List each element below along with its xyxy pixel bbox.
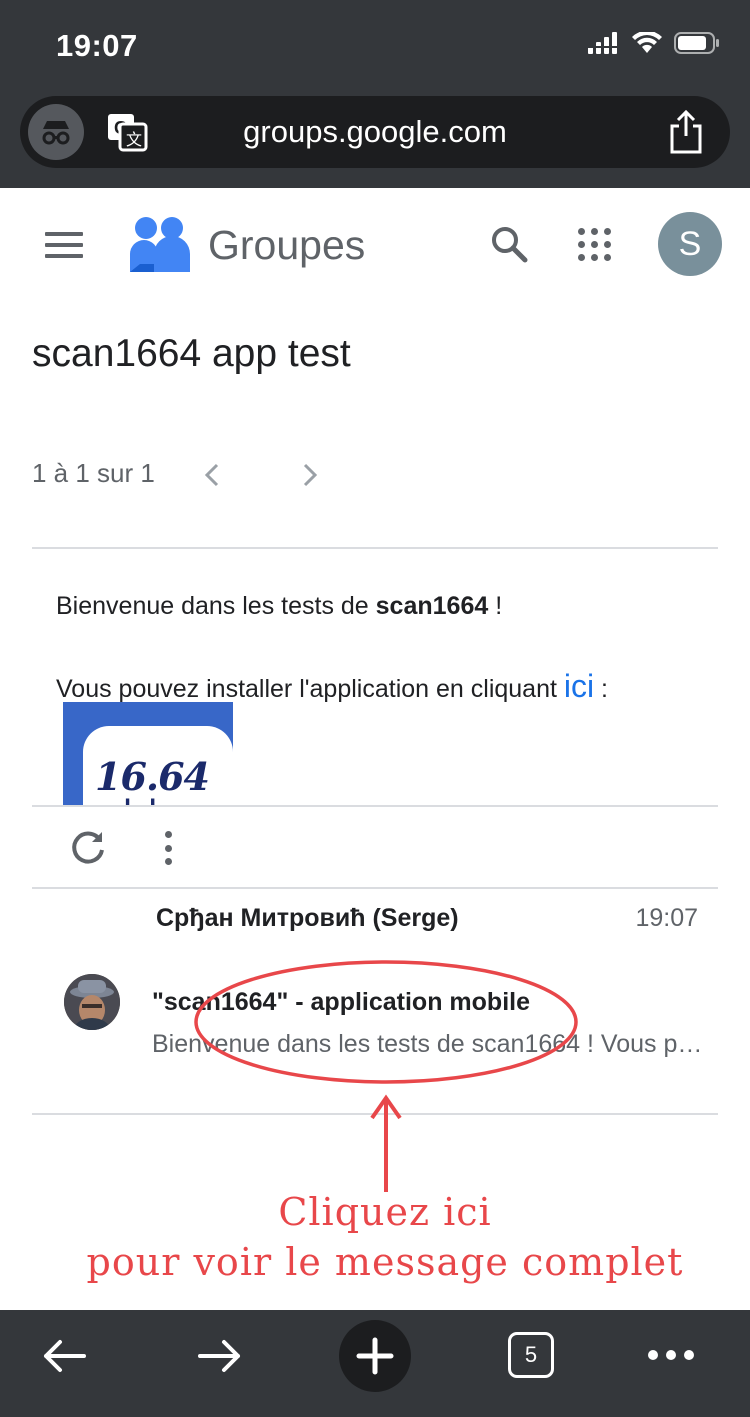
annotation-ellipse [194,960,578,1084]
account-avatar[interactable]: S [658,212,722,276]
tabs-count-button[interactable]: 5 [508,1332,554,1378]
app-name: Groupes [208,222,366,268]
install-suffix: : [594,675,608,703]
url-text[interactable]: groups.google.com [20,114,730,150]
more-vert-icon[interactable] [158,828,178,868]
browser-top-bar: 19:07 文 groups.google.com [0,0,750,188]
annotation-line-2: pour voir le message complet [86,1240,684,1284]
menu-icon[interactable] [45,232,83,258]
app-logo-image[interactable]: 16.64 ++ [63,702,233,806]
message-sender: Срђан Митровић (Serge) [156,904,459,932]
groups-logo-icon [130,217,190,272]
search-icon[interactable] [490,225,528,263]
divider [32,1113,718,1115]
browser-bottom-bar: 5 [0,1310,750,1417]
wifi-icon [632,32,662,53]
pagination-text: 1 à 1 sur 1 [32,458,155,488]
install-prefix: Vous pouvez installer l'application en c… [56,675,564,703]
battery-icon [674,32,719,54]
refresh-icon[interactable] [68,828,108,868]
welcome-bold: scan1664 [375,592,489,620]
divider [32,887,718,889]
install-text: Vous pouvez installer l'application en c… [56,668,608,705]
message-subject: "scan1664" - application mobile [152,988,530,1016]
install-link[interactable]: ici [564,668,594,704]
welcome-prefix: Bienvenue dans les tests de [56,592,376,620]
sender-avatar [64,974,120,1030]
url-bar[interactable]: G 文 groups.google.com [20,96,730,168]
divider [32,547,718,549]
message-snippet: Bienvenue dans les tests de scan1664 ! V… [152,1030,704,1058]
forward-arrow-icon[interactable] [196,1334,244,1378]
chevron-right-icon[interactable] [296,460,324,490]
welcome-suffix: ! [488,592,503,620]
chevron-left-icon[interactable] [198,460,226,490]
share-icon[interactable] [668,110,704,154]
status-time: 19:07 [56,28,138,63]
plus-icon [356,1337,394,1375]
divider [32,805,718,807]
page-title: scan1664 app test [32,332,351,375]
message-time: 19:07 [635,904,698,932]
back-arrow-icon[interactable] [40,1334,88,1378]
app-logo-sub: ++ [115,790,165,806]
status-icons [588,32,720,54]
more-horiz-icon[interactable] [648,1350,694,1362]
apps-grid-icon[interactable] [578,228,612,262]
new-tab-button[interactable] [339,1320,411,1392]
signal-icon [588,32,617,54]
welcome-text: Bienvenue dans les tests de scan1664 ! [56,592,502,621]
annotation-line-1: Cliquez ici [278,1190,492,1234]
